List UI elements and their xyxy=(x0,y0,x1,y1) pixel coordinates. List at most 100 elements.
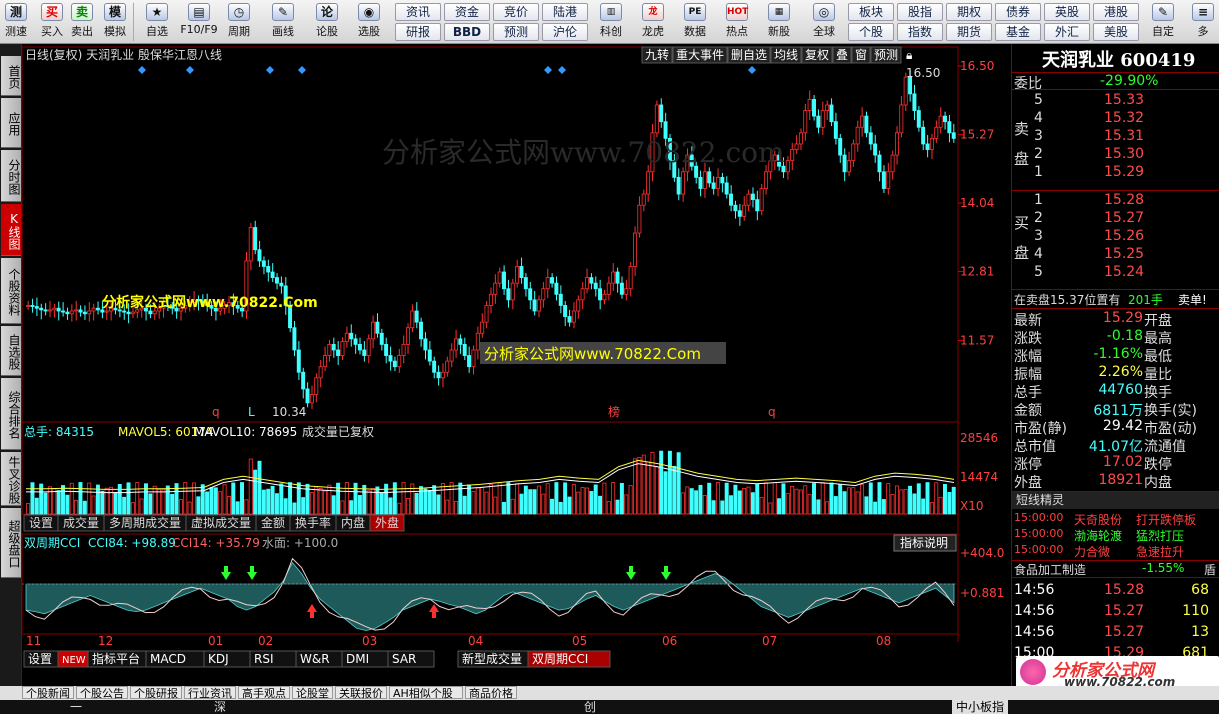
f10-button-label: F10/F9 xyxy=(180,23,218,36)
market-link-1-1[interactable]: 指数 xyxy=(897,23,943,41)
status-item-3[interactable]: 中小板指 xyxy=(952,700,1009,714)
market-link-1-0[interactable]: 个股 xyxy=(848,23,894,41)
left-tab-diagnosis[interactable]: 牛叉诊股 xyxy=(1,452,21,506)
left-tab-ranking[interactable]: 综合排名 xyxy=(1,378,21,450)
news-stock[interactable]: 渤海轮渡 xyxy=(1074,527,1122,544)
info-tab-5[interactable]: 论股堂 xyxy=(292,686,333,700)
event-marker[interactable] xyxy=(186,66,194,74)
speed-test-button[interactable]: 测测速 xyxy=(1,2,31,42)
hotspot-button[interactable]: HOT 热点 xyxy=(718,2,756,42)
info-tab-4[interactable]: 高手观点 xyxy=(238,686,290,700)
candle-body xyxy=(720,176,725,184)
toolbar-link-0-3[interactable]: 陆港 xyxy=(542,3,588,21)
volume-bar xyxy=(532,489,537,515)
info-tab-1[interactable]: 个股公告 xyxy=(76,686,128,700)
toolbar-link-0-1[interactable]: 资金 xyxy=(444,3,490,21)
signal-marker-1[interactable]: L xyxy=(248,405,255,419)
buy-button[interactable]: 买买入 xyxy=(37,2,67,42)
left-tab-profile[interactable]: 个股资料 xyxy=(1,258,21,324)
event-marker[interactable] xyxy=(298,66,306,74)
sector-extra: 盾 xyxy=(1204,563,1217,577)
toolbar-link-1-1[interactable]: BBD xyxy=(444,23,490,41)
left-tab-my-stocks[interactable]: 自选股 xyxy=(1,326,21,376)
status-item-2[interactable]: 创 xyxy=(584,700,596,714)
toolbar-link-0-0[interactable]: 资讯 xyxy=(395,3,441,21)
news-stock[interactable]: 力合微 xyxy=(1074,543,1110,560)
draw-line-button[interactable]: ✎ 画线 xyxy=(264,2,302,42)
kline-chart[interactable]: 日线(复权) 天润乳业 殷保华江恩八线 九转 重大事件 删自选 均线 复权叠窗预测 🔒︎ 16… xyxy=(22,44,1011,686)
short-line-title[interactable]: 短线精灵 xyxy=(1012,491,1219,509)
volume-bar xyxy=(515,483,520,515)
market-link-1-2[interactable]: 期货 xyxy=(946,23,992,41)
left-tab-super-quote[interactable]: 超级盘口 xyxy=(1,508,21,578)
event-marker[interactable] xyxy=(138,66,146,74)
stock-picker-button[interactable]: ◉ 选股 xyxy=(350,2,388,42)
more-button[interactable]: ≡ 多 xyxy=(1190,2,1216,42)
info-tab-7[interactable]: AH相似个股 xyxy=(389,686,463,700)
dragon-tiger-button-label: 龙虎 xyxy=(642,25,664,38)
candle-body xyxy=(563,305,568,317)
candle-body xyxy=(602,293,607,301)
dragon-tiger-button[interactable]: 龙龙虎 xyxy=(634,2,672,42)
info-tab-3[interactable]: 行业资讯 xyxy=(184,686,236,700)
discuss-stock-button[interactable]: 论论股 xyxy=(308,2,346,42)
signal-marker-0[interactable]: q xyxy=(212,405,220,419)
volume-bar xyxy=(170,493,175,515)
toolbar-link-1-0[interactable]: 研报 xyxy=(395,23,441,41)
market-link-0-4[interactable]: 英股 xyxy=(1044,3,1090,21)
custom-button[interactable]: ✎ 自定 xyxy=(1145,2,1181,42)
info-tab-0[interactable]: 个股新闻 xyxy=(22,686,74,700)
toolbar-link-1-2[interactable]: 预测 xyxy=(493,23,539,41)
global-button[interactable]: ◎ 全球 xyxy=(806,2,842,42)
stat-label: 涨停 xyxy=(1014,457,1042,473)
candle-body xyxy=(864,115,869,134)
cci-tick-label: +0.881 xyxy=(960,586,1004,600)
f10-button[interactable]: ▤ F10/F9 xyxy=(180,2,218,42)
simulate-button[interactable]: 模模拟 xyxy=(100,2,130,42)
market-link-0-0[interactable]: 板块 xyxy=(848,3,894,21)
left-tab-home[interactable]: 首页 xyxy=(1,56,21,96)
candle-body xyxy=(724,182,729,195)
market-link-0-1[interactable]: 股指 xyxy=(897,3,943,21)
toolbar-link-1-3[interactable]: 沪伦 xyxy=(542,23,588,41)
lock-icon[interactable]: 🔒︎ xyxy=(906,48,912,62)
star-board-button[interactable]: ▥ 科创 xyxy=(592,2,630,42)
signal-marker-2[interactable]: 榜 xyxy=(608,404,620,419)
stat-label-right: 开盘 xyxy=(1144,313,1172,329)
event-marker[interactable] xyxy=(544,66,552,74)
info-tab-6[interactable]: 关联报价 xyxy=(335,686,387,700)
status-item-0[interactable]: 一 xyxy=(70,700,82,714)
market-link-0-5[interactable]: 港股 xyxy=(1093,3,1139,21)
market-link-1-3[interactable]: 基金 xyxy=(995,23,1041,41)
candle-body xyxy=(301,371,306,390)
data-button[interactable]: PE 数据 xyxy=(676,2,714,42)
market-link-0-3[interactable]: 债券 xyxy=(995,3,1041,21)
new-stock-button[interactable]: ▦ 新股 xyxy=(760,2,798,42)
info-tab-8[interactable]: 商品价格 xyxy=(465,686,517,700)
volume-bar xyxy=(178,499,183,515)
event-marker[interactable] xyxy=(558,66,566,74)
period-button[interactable]: ◷ 周期 xyxy=(220,2,258,42)
volume-bar xyxy=(550,498,555,515)
news-stock[interactable]: 天奇股份 xyxy=(1074,511,1122,528)
info-tab-2[interactable]: 个股研报 xyxy=(130,686,182,700)
volume-bar xyxy=(61,485,65,515)
market-link-0-2[interactable]: 期权 xyxy=(946,3,992,21)
event-marker[interactable] xyxy=(748,66,756,74)
vol-tab-label-3: 虚拟成交量 xyxy=(191,515,251,530)
market-link-1-5[interactable]: 美股 xyxy=(1093,23,1139,41)
signal-marker-3[interactable]: q xyxy=(768,405,776,419)
sell-button[interactable]: 卖卖出 xyxy=(67,2,97,42)
toolbar-link-0-2[interactable]: 竞价 xyxy=(493,3,539,21)
left-tab-intraday[interactable]: 分时图 xyxy=(1,150,21,202)
left-tab-apps[interactable]: 应用 xyxy=(1,98,21,148)
volume-bar xyxy=(916,483,921,515)
status-item-1[interactable]: 深 xyxy=(214,700,226,714)
event-marker[interactable] xyxy=(266,66,274,74)
volume-bar xyxy=(458,482,463,515)
stat-label: 最新 xyxy=(1014,313,1042,329)
news-time: 15:00:00 xyxy=(1014,527,1064,540)
left-tab-kline[interactable]: K线图 xyxy=(1,204,21,256)
market-link-1-4[interactable]: 外汇 xyxy=(1044,23,1090,41)
watchlist-button[interactable]: ★ 自选 xyxy=(138,2,176,42)
